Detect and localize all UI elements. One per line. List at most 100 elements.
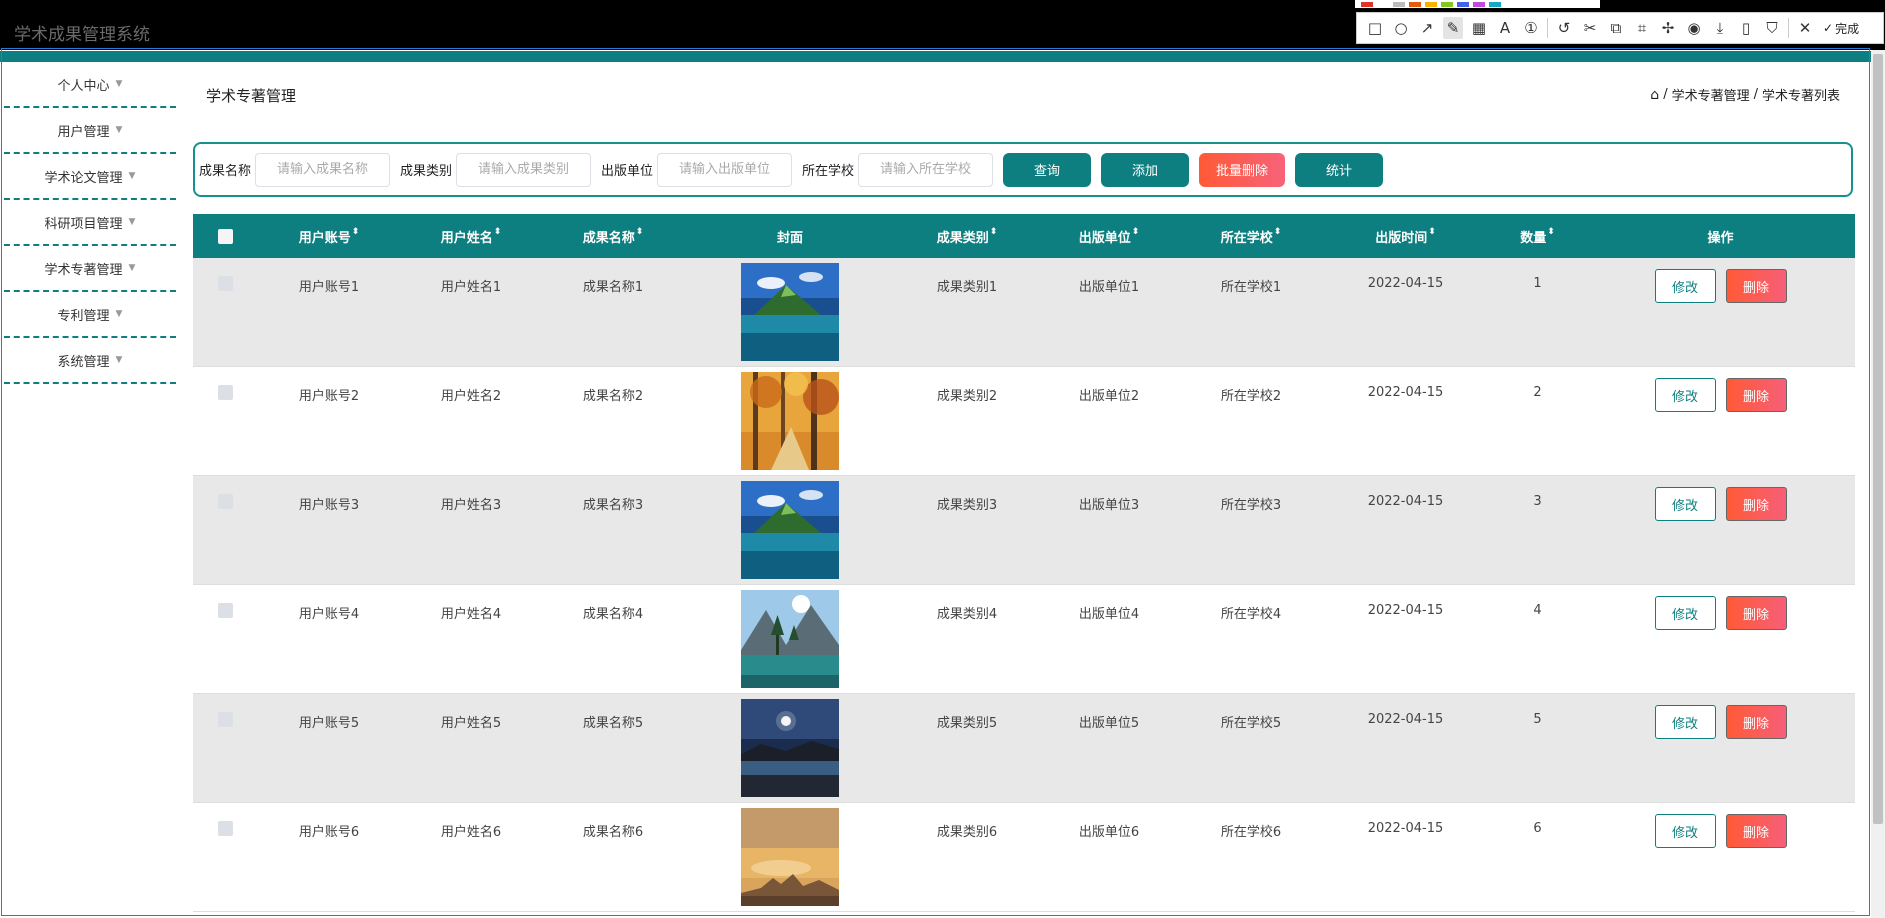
color-swatch[interactable] [1489, 1, 1501, 7]
edit-button[interactable]: 修改 [1654, 596, 1716, 630]
pen-icon[interactable]: ✎ [1443, 17, 1463, 39]
cover-image[interactable] [684, 694, 896, 797]
batch-delete-button[interactable]: 批量删除 [1199, 152, 1286, 187]
delete-button[interactable]: 删除 [1725, 596, 1787, 630]
header-school[interactable]: 所在学校 ⬍ [1180, 227, 1322, 246]
sort-icon[interactable]: ⬍ [1428, 227, 1436, 246]
sidebar-item-1[interactable]: 用户管理 ▼ [4, 108, 176, 154]
phone-icon[interactable]: ▯ [1736, 17, 1756, 39]
record-icon[interactable]: ◉ [1684, 17, 1704, 39]
pin-icon[interactable]: ✢ [1658, 17, 1678, 39]
delete-button[interactable]: 删除 [1725, 269, 1787, 303]
cell-type: 成果类别5 [936, 716, 998, 731]
result-name-input[interactable] [255, 152, 391, 187]
sort-icon[interactable]: ⬍ [494, 227, 502, 246]
sort-icon[interactable]: ⬍ [1547, 227, 1555, 246]
edit-button[interactable]: 修改 [1654, 269, 1716, 303]
header-count[interactable]: 数量 ⬍ [1489, 227, 1586, 246]
sidebar-item-3[interactable]: 科研项目管理 ▼ [4, 200, 176, 246]
cover-image[interactable] [684, 803, 896, 906]
select-all-checkbox[interactable] [218, 228, 233, 244]
row-checkbox[interactable] [218, 385, 233, 400]
delete-button[interactable]: 删除 [1725, 487, 1787, 521]
sort-icon[interactable]: ⬍ [990, 227, 998, 246]
stats-button[interactable]: 统计 [1295, 152, 1384, 187]
header-publisher[interactable]: 出版单位 ⬍ [1038, 227, 1180, 246]
chevron-down-icon: ▼ [115, 125, 123, 135]
cell-publisher: 出版单位6 [1078, 825, 1140, 840]
sidebar-item-2[interactable]: 学术论文管理 ▼ [4, 154, 176, 200]
number-icon[interactable]: ① [1521, 17, 1541, 39]
sidebar-item-label: 用户管理 [57, 124, 110, 140]
mosaic-icon[interactable]: ▦ [1469, 17, 1489, 39]
cover-image[interactable] [684, 367, 896, 470]
color-swatch[interactable] [1457, 1, 1469, 7]
translate-icon[interactable]: ⧉ [1606, 17, 1626, 39]
color-swatch[interactable] [1441, 1, 1453, 7]
sort-icon[interactable]: ⬍ [1274, 227, 1282, 246]
text-icon[interactable]: A [1495, 17, 1515, 39]
table-row: 用户账号2 用户姓名2 成果名称2 成果类别2 出版单位2 所在学校2 2022-04-15… [193, 367, 1855, 476]
undo-icon[interactable]: ↺ [1554, 17, 1574, 39]
sidebar-item-4[interactable]: 学术专著管理 ▼ [4, 246, 176, 292]
sidebar-item-label: 专利管理 [57, 308, 110, 324]
header-result[interactable]: 成果名称 ⬍ [542, 227, 684, 246]
color-swatch[interactable] [1425, 1, 1437, 7]
header-name[interactable]: 用户姓名 ⬍ [400, 227, 542, 246]
edit-button[interactable]: 修改 [1654, 705, 1716, 739]
arrow-icon[interactable]: ↗ [1417, 17, 1437, 39]
home-icon[interactable]: ⌂ [1650, 87, 1659, 103]
delete-button[interactable]: 删除 [1725, 378, 1787, 412]
ocr-icon[interactable]: ⌗ [1632, 17, 1652, 39]
edit-button[interactable]: 修改 [1654, 487, 1716, 521]
row-checkbox[interactable] [218, 712, 233, 727]
cell-count: 3 [1533, 494, 1542, 509]
query-button[interactable]: 查询 [1003, 152, 1092, 187]
annotation-toolbar: □ ○ ↗ ✎ ▦ A ① ↺ ✂ ⧉ ⌗ ✢ ◉ ⤓ ▯ ⛉ ✕ ✓ 完成 [1356, 12, 1884, 44]
sidebar-item-6[interactable]: 系统管理 ▼ [4, 338, 176, 384]
cover-image[interactable] [684, 476, 896, 579]
color-swatch[interactable] [1393, 1, 1405, 7]
rectangle-icon[interactable]: □ [1365, 17, 1385, 39]
edit-button[interactable]: 修改 [1654, 814, 1716, 848]
download-icon[interactable]: ⤓ [1710, 17, 1730, 39]
publisher-input[interactable] [657, 152, 793, 187]
cell-name: 用户姓名1 [440, 280, 502, 295]
header-account[interactable]: 用户账号 ⬍ [258, 227, 400, 246]
close-icon[interactable]: ✕ [1795, 17, 1815, 39]
color-swatch[interactable] [1377, 1, 1389, 7]
school-input[interactable] [858, 152, 994, 187]
add-button[interactable]: 添加 [1101, 152, 1190, 187]
cell-publisher: 出版单位4 [1078, 607, 1140, 622]
toolbar-divider [1547, 18, 1548, 38]
sort-icon[interactable]: ⬍ [352, 227, 360, 246]
delete-button[interactable]: 删除 [1725, 705, 1787, 739]
cover-image[interactable] [684, 585, 896, 688]
result-type-input[interactable] [456, 152, 592, 187]
sort-icon[interactable]: ⬍ [636, 227, 644, 246]
delete-button[interactable]: 删除 [1725, 814, 1787, 848]
row-checkbox[interactable] [218, 276, 233, 291]
bookmark-icon[interactable]: ⛉ [1762, 17, 1782, 39]
breadcrumb-item[interactable]: 学术专著管理 [1672, 85, 1750, 104]
row-checkbox[interactable] [218, 603, 233, 618]
header-date[interactable]: 出版时间 ⬍ [1322, 227, 1489, 246]
annotation-color-palette[interactable] [1355, 0, 1600, 8]
row-checkbox[interactable] [218, 494, 233, 509]
scrollbar-thumb[interactable] [1873, 54, 1883, 824]
sort-icon[interactable]: ⬍ [1132, 227, 1140, 246]
cover-image[interactable] [684, 258, 896, 361]
header-type[interactable]: 成果类别 ⬍ [896, 227, 1038, 246]
circle-icon[interactable]: ○ [1391, 17, 1411, 39]
edit-button[interactable]: 修改 [1654, 378, 1716, 412]
scissors-icon[interactable]: ✂ [1580, 17, 1600, 39]
row-checkbox[interactable] [218, 821, 233, 836]
sidebar-item-0[interactable]: 个人中心 ▼ [4, 62, 176, 108]
color-swatch[interactable] [1361, 1, 1373, 7]
check-icon: ✓ [1823, 21, 1834, 35]
color-swatch[interactable] [1473, 1, 1485, 7]
cell-account: 用户账号5 [298, 716, 360, 731]
sidebar-item-5[interactable]: 专利管理 ▼ [4, 292, 176, 338]
color-swatch[interactable] [1409, 1, 1421, 7]
done-button[interactable]: ✓ 完成 [1823, 20, 1859, 37]
